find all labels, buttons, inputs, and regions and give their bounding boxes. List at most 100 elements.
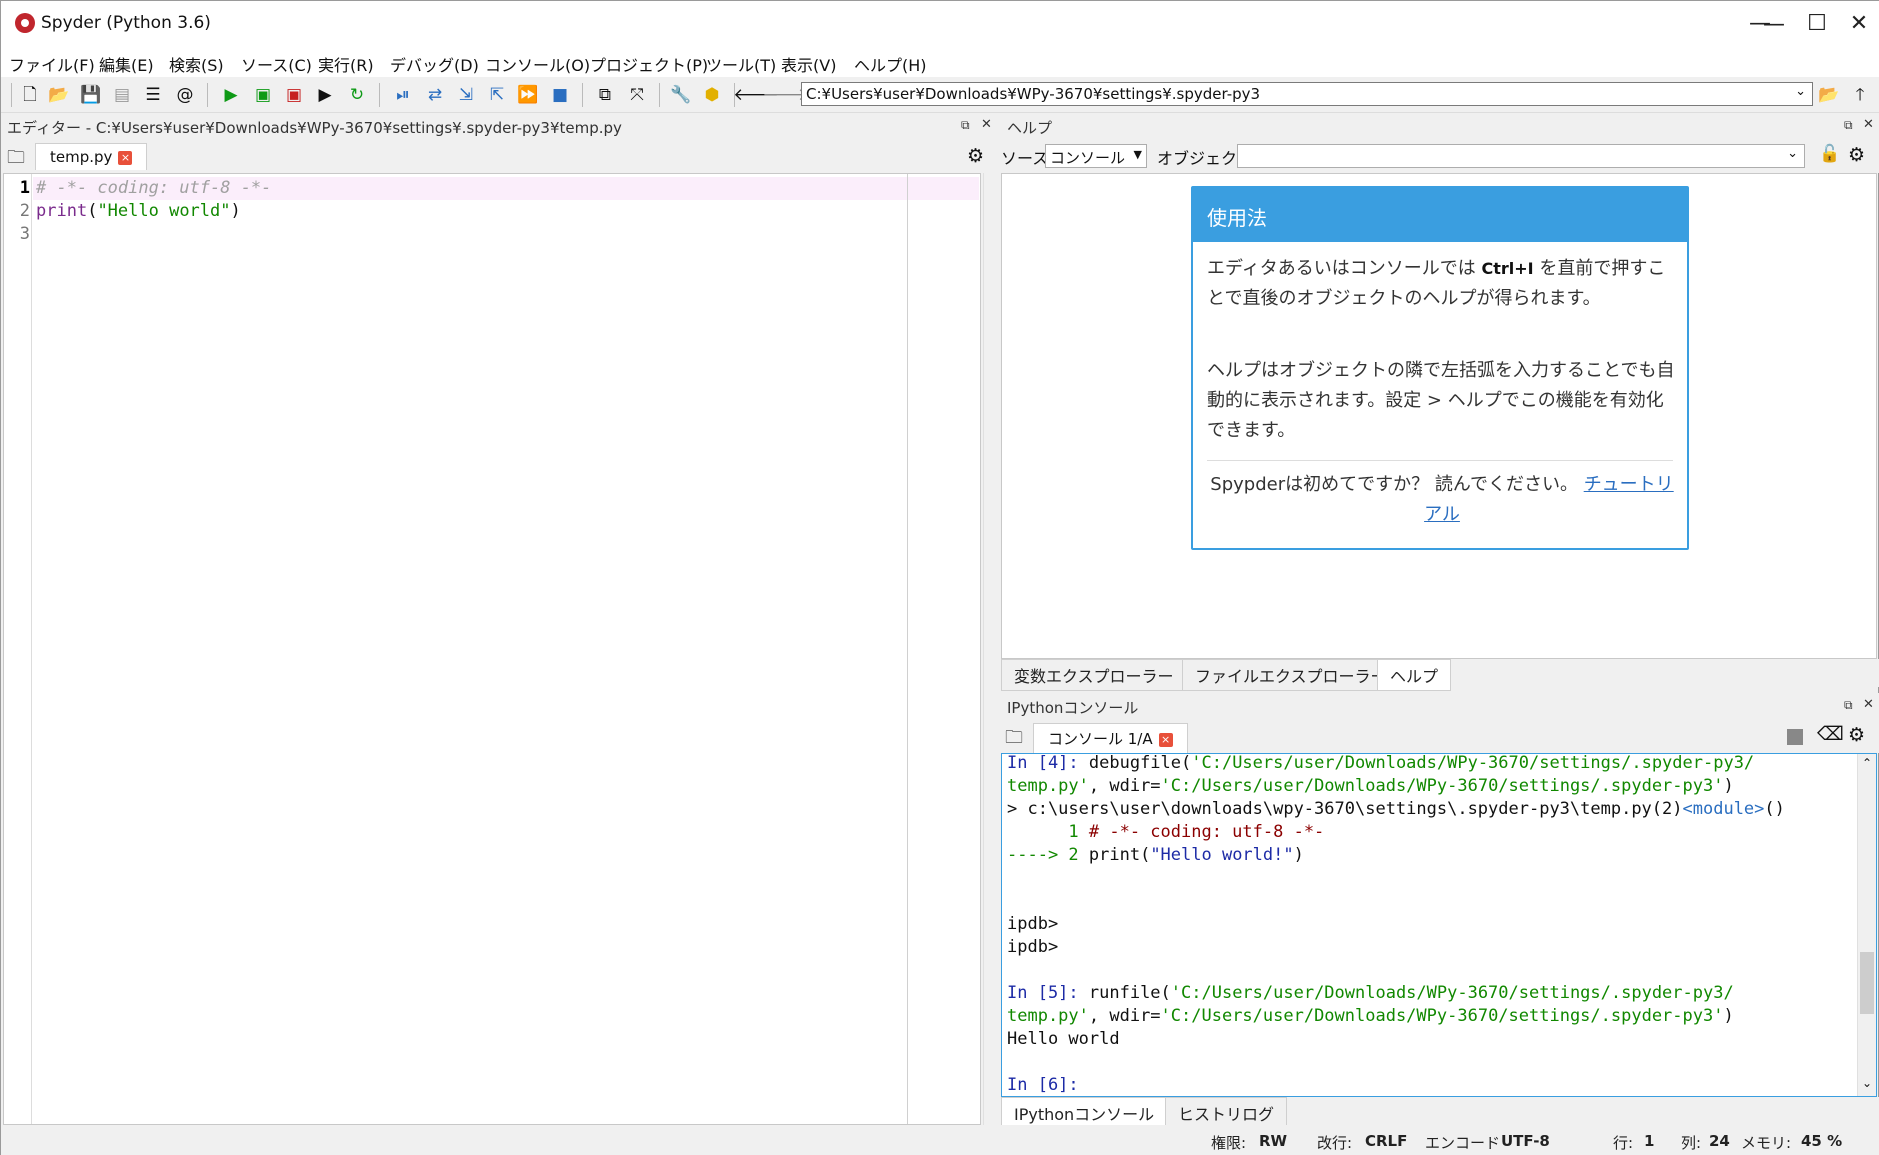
close-pane-icon[interactable]: ✕ [981,117,992,132]
ipdb-prompt: ipdb> [1007,914,1059,934]
prompt: In [5]: [1007,983,1089,1003]
usage-para-1: エディタあるいはコンソールでは Ctrl+I を直前で押すことで直後のオブジェク… [1207,254,1677,314]
forward-arrow-icon[interactable]: 🡒 [762,83,808,107]
chevron-down-icon[interactable]: ⌄ [1787,146,1798,161]
encoding-label: エンコード [1425,1134,1501,1152]
menu-source[interactable]: ソース(C) [241,52,312,76]
help-toolbar: ソース コンソール ▼ オブジェクト ⌄ 🔓 ⚙ [1001,139,1879,173]
usage-text: エディタあるいはコンソールでは [1207,258,1482,279]
debug-icon[interactable]: ⏯ [391,83,415,107]
console-scrollbar[interactable]: ⌃ ⌄ [1857,754,1876,1096]
close-tab-icon[interactable]: × [118,150,133,165]
fullscreen-icon[interactable]: ⤧ [625,83,649,107]
title-bar: Spyder (Python 3.6) — [1,1,1879,47]
close-button[interactable]: ✕ [1840,0,1878,46]
chevron-down-icon[interactable]: ⌄ [1795,84,1806,99]
scrollbar-thumb[interactable] [1860,952,1874,1014]
gear-icon[interactable]: ⚙ [1848,724,1865,746]
run-cell-advance-icon[interactable]: ▣ [282,83,306,107]
save-file-icon[interactable]: 💾 [79,83,103,107]
undock-icon[interactable]: ⧉ [1844,118,1853,133]
editor-scrollbar[interactable] [983,173,995,1125]
run-selection-icon[interactable]: ▶ [313,83,337,107]
continue-icon[interactable]: ⏩ [516,83,540,107]
browse-tabs-icon[interactable]: 🗀 [7,145,25,175]
line-number: 3 [19,224,30,244]
working-directory-input[interactable]: C:¥Users¥user¥Downloads¥WPy-3670¥setting… [801,82,1813,106]
usage-card: 使用法 エディタあるいはコンソールでは Ctrl+I を直前で押すことで直後のオ… [1191,186,1689,550]
browse-tabs-icon[interactable]: 🗀 [1005,725,1023,755]
console-line: In [4]: debugfile('C:/Users/user/Downloa… [1007,752,1754,775]
code: print( [1088,845,1151,865]
python-path-icon[interactable]: ⬢ [700,83,724,107]
step-return-icon[interactable]: ⇱ [485,83,509,107]
string: 'C:/Users/user/Downloads/WPy-3670/settin… [1160,776,1724,796]
code: > c:\users\user\downloads\wpy-3670\setti… [1007,799,1683,819]
arrow: ----> 2 [1007,845,1089,865]
editor-tabbar: 🗀 temp.py × ⚙ [1,139,995,173]
scroll-down-icon[interactable]: ⌄ [1862,1076,1872,1090]
code: ) [1723,776,1734,796]
interrupt-kernel-icon[interactable] [1787,729,1803,745]
gear-icon[interactable]: ⚙ [1848,144,1865,166]
preferences-wrench-icon[interactable]: 🔧 [669,83,693,107]
source-select-value: コンソール [1050,149,1126,167]
comment: # -*- coding: utf-8 -*- [1088,822,1325,842]
gear-icon[interactable]: ⚙ [967,145,984,167]
memory-label: メモリ: [1741,1134,1792,1152]
menu-run[interactable]: 実行(R) [318,52,374,76]
menu-view[interactable]: 表示(V) [781,52,836,76]
at-icon[interactable]: @ [173,83,197,107]
editor-tab-temp[interactable]: temp.py × [35,143,148,170]
run-icon[interactable]: ▶ [219,83,243,107]
save-all-icon[interactable]: ▤ [110,83,134,107]
close-pane-icon[interactable]: ✕ [1863,117,1874,132]
undock-icon[interactable]: ⧉ [961,118,970,133]
menu-edit[interactable]: 編集(E) [99,52,154,76]
code-line-1: # -*- coding: utf-8 -*- [36,178,272,198]
menu-search[interactable]: 検索(S) [169,52,224,76]
lock-icon[interactable]: 🔓 [1819,144,1840,164]
menu-debug[interactable]: デバッグ(D) [390,52,479,76]
source-select[interactable]: コンソール ▼ [1045,144,1147,168]
tab-variable-explorer[interactable]: 変数エクスプローラー [1001,659,1187,691]
new-file-icon[interactable]: 🗋 [18,83,42,107]
stop-debug-icon[interactable]: ■ [548,83,572,107]
scroll-up-icon[interactable]: ⌃ [1862,756,1872,770]
tab-file-explorer[interactable]: ファイルエクスプローラー [1182,659,1400,691]
working-directory-path: C:¥Users¥user¥Downloads¥WPy-3670¥setting… [806,85,1261,103]
open-file-icon[interactable]: 📂 [47,83,71,107]
step-into-icon[interactable]: ⇲ [454,83,478,107]
tab-help[interactable]: ヘルプ [1377,659,1452,691]
console-tabbar: 🗀 コンソール 1/A × ⌫ ⚙ [1001,719,1879,753]
help-title: ヘルプ [1007,119,1053,137]
console-line: temp.py', wdir='C:/Users/user/Downloads/… [1007,775,1734,798]
object-input[interactable]: ⌄ [1237,144,1805,168]
console-tab[interactable]: コンソール 1/A × [1033,723,1188,753]
console-output: Hello world [1007,1029,1120,1049]
help-pane-title: ヘルプ ⧉ ✕ [1001,113,1879,139]
step-icon[interactable]: ⇄ [423,83,447,107]
eraser-icon[interactable]: ⌫ [1817,723,1844,745]
console-line: > c:\users\user\downloads\wpy-3670\setti… [1007,798,1785,821]
ipython-console[interactable]: In [4]: debugfile('C:/Users/user/Downloa… [1001,753,1877,1097]
rerun-icon[interactable]: ↻ [345,83,369,107]
close-tab-icon[interactable]: × [1158,732,1173,747]
list-icon[interactable]: ☰ [141,83,165,107]
maximize-pane-icon[interactable]: ⧉ [593,83,617,107]
menu-project[interactable]: プロジェクト(P) [590,52,708,76]
minimize-button-glyph[interactable]: — [1738,0,1782,46]
menu-tools[interactable]: ツール(T) [706,52,776,76]
run-cell-icon[interactable]: ▣ [251,83,275,107]
parent-dir-icon[interactable]: 🡑 [1848,83,1872,107]
spyder-window: Spyder (Python 3.6) — ファイル(F) 編集(E) 検索(S… [0,0,1879,1155]
undock-icon[interactable]: ⧉ [1844,698,1853,713]
code-editor[interactable]: 1 2 3 # -*- coding: utf-8 -*- print("Hel… [3,173,981,1125]
menu-console[interactable]: コンソール(O) [485,52,590,76]
browse-folder-icon[interactable]: 📂 [1817,83,1841,107]
top-right-tabs: 変数エクスプローラー ファイルエクスプローラー ヘルプ [1001,659,1879,691]
menu-file[interactable]: ファイル(F) [9,52,95,76]
menu-help[interactable]: ヘルプ(H) [854,52,927,76]
close-pane-icon[interactable]: ✕ [1863,697,1874,712]
window-title: Spyder (Python 3.6) [41,13,211,33]
